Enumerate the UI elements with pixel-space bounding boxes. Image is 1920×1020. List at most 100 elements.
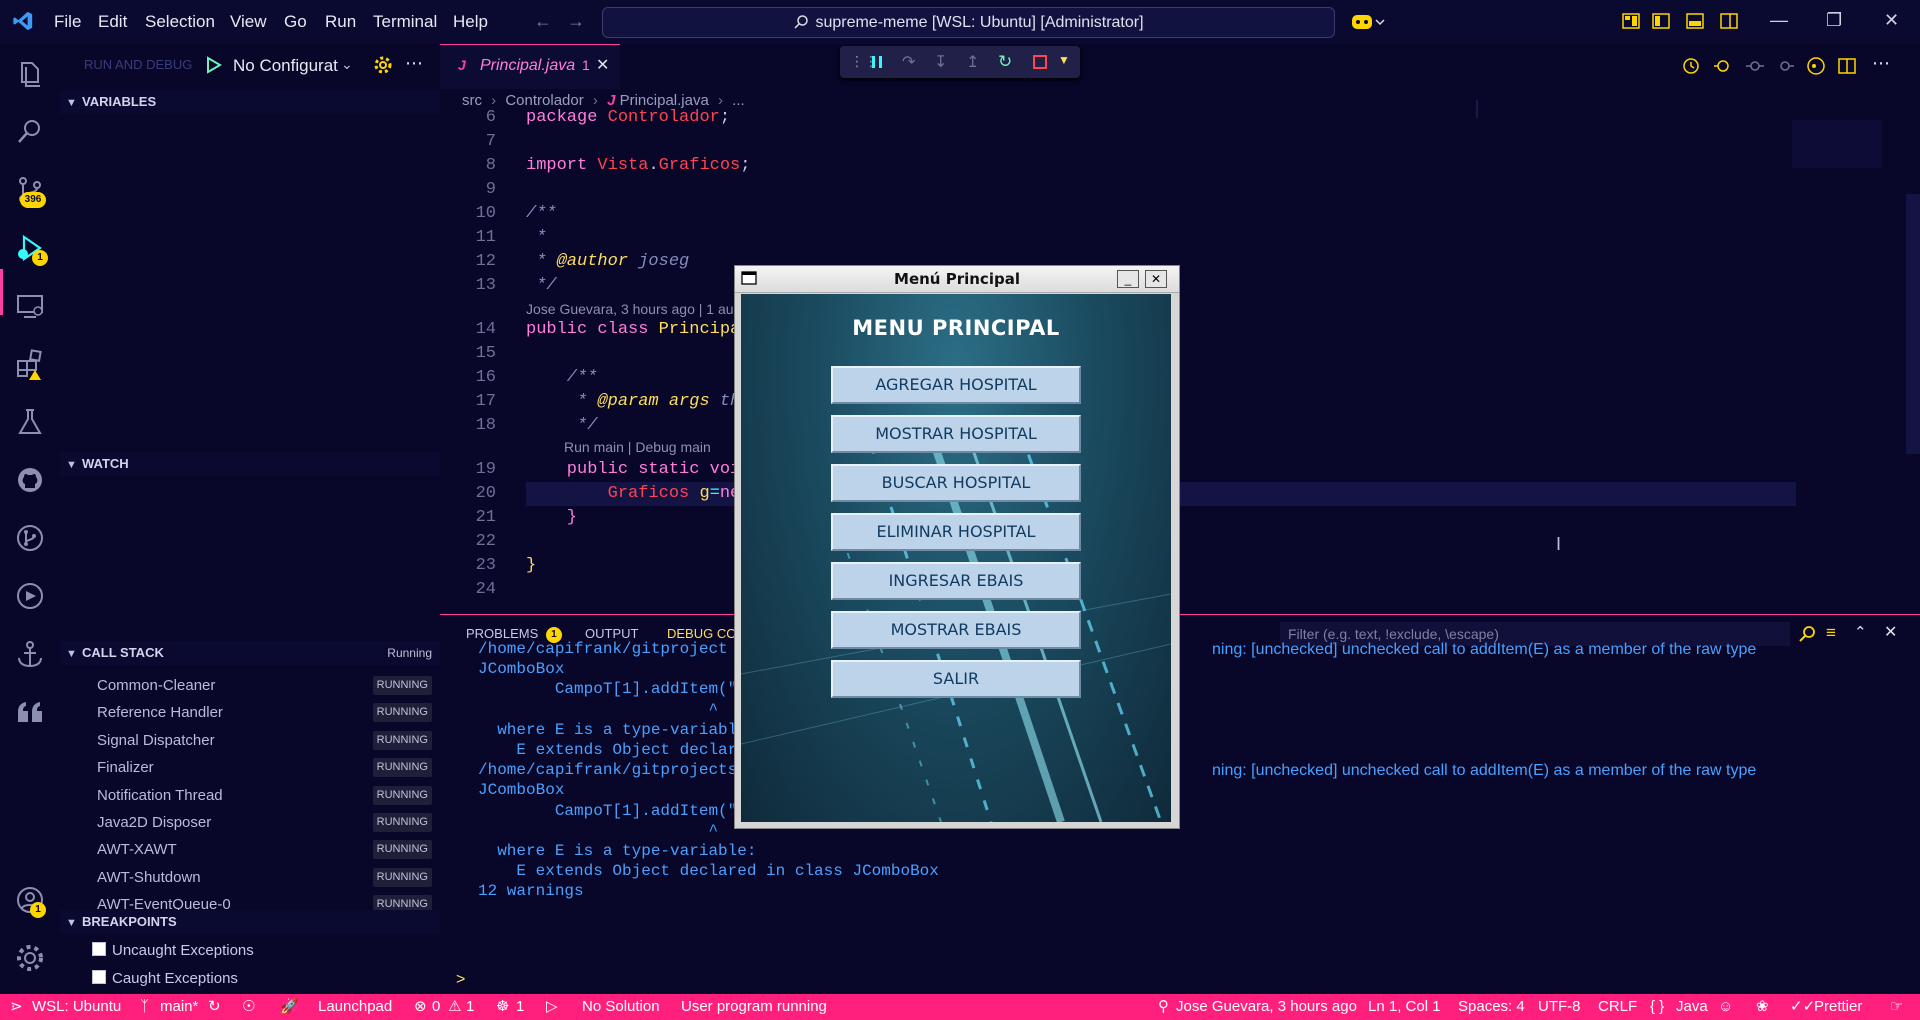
extensions-icon[interactable] — [14, 348, 46, 380]
solution-label[interactable]: No Solution — [582, 994, 660, 1020]
breakpoint-caught-exceptions[interactable]: Caught Exceptions — [92, 966, 238, 992]
menu-selection[interactable]: Selection — [145, 0, 215, 44]
breakpoint-uncaught-exceptions[interactable]: Uncaught Exceptions — [92, 938, 254, 964]
call-stack-thread[interactable]: Signal Dispatcher RUNNING — [97, 727, 432, 754]
menu-file[interactable]: File — [54, 0, 81, 44]
start-debugging-icon[interactable] — [206, 56, 222, 74]
call-stack-thread[interactable]: Reference Handler RUNNING — [97, 699, 432, 726]
chevron-up-icon[interactable]: ⌃ — [1854, 623, 1867, 641]
restore-icon[interactable]: ❐ — [1826, 10, 1842, 31]
close-tab-icon[interactable]: ✕ — [596, 55, 609, 75]
copilot-icon[interactable] — [1350, 12, 1386, 32]
chevron-down-icon[interactable]: ⌄ — [341, 56, 353, 73]
cursor-position[interactable]: Ln 1, Col 1 — [1368, 994, 1441, 1020]
menu-run[interactable]: Run — [325, 0, 356, 44]
call-stack-thread[interactable]: Notification Thread RUNNING — [97, 782, 432, 809]
checkbox[interactable] — [92, 942, 106, 956]
checkbox[interactable] — [92, 970, 106, 984]
forward-arrow-icon[interactable]: → — [567, 11, 585, 32]
menu-go[interactable]: Go — [284, 0, 307, 44]
remote-indicator[interactable]: ⋗ WSL: Ubuntu — [0, 994, 130, 1020]
breadcrumb-more[interactable]: ... — [732, 92, 745, 109]
call-stack-thread[interactable]: AWT-Shutdown RUNNING — [97, 864, 432, 891]
menu-button-buscar-hospital[interactable]: BUSCAR HOSPITAL — [831, 464, 1081, 502]
quote-icon[interactable] — [14, 696, 46, 728]
warning-count[interactable]: 1 — [466, 994, 474, 1020]
launchpad-label[interactable]: Launchpad — [318, 994, 392, 1020]
menu-button-salir[interactable]: SALIR — [831, 660, 1081, 698]
close-icon[interactable]: ✕ — [1145, 270, 1167, 288]
call-stack-thread[interactable]: Common-Cleaner RUNNING — [97, 672, 432, 699]
toggle-primary-sidebar-icon[interactable] — [1652, 12, 1670, 30]
testing-icon[interactable] — [14, 406, 46, 438]
copilot-status-icon[interactable]: ☺ — [1718, 994, 1733, 1020]
minimize-icon[interactable]: _ — [1117, 270, 1139, 288]
pause-icon[interactable] — [870, 54, 884, 70]
git-previous-icon[interactable] — [1746, 57, 1764, 75]
back-arrow-icon[interactable]: ← — [534, 11, 552, 32]
git-graph-icon[interactable] — [14, 522, 46, 554]
more-actions-icon[interactable]: ⋯ — [1872, 53, 1890, 74]
ports-count[interactable]: 1 — [516, 994, 524, 1020]
debug-config-select[interactable]: No Configurat — [233, 56, 338, 76]
github-icon[interactable] — [14, 464, 46, 496]
toggle-secondary-sidebar-icon[interactable] — [1720, 12, 1738, 30]
restart-icon[interactable]: ↻ — [998, 52, 1012, 72]
menu-edit[interactable]: Edit — [98, 0, 127, 44]
menu-button-eliminar-hospital[interactable]: ELIMINAR HOSPITAL — [831, 513, 1081, 551]
console-prompt[interactable]: > — [456, 971, 465, 989]
source-control-icon[interactable]: 396 — [14, 174, 46, 208]
menu-view[interactable]: View — [230, 0, 267, 44]
language-mode[interactable]: Java — [1676, 994, 1708, 1020]
call-stack-thread[interactable]: Finalizer RUNNING — [97, 754, 432, 781]
step-over-icon[interactable]: ↷ — [902, 52, 915, 72]
menu-button-mostrar-ebais[interactable]: MOSTRAR EBAIS — [831, 611, 1081, 649]
command-center[interactable]: supreme-meme [WSL: Ubuntu] [Administrato… — [602, 7, 1335, 38]
settings-gear-icon[interactable] — [14, 942, 46, 974]
notifications-bell-icon[interactable]: ☞ — [1890, 994, 1903, 1020]
prettier-status[interactable]: Prettier — [1814, 994, 1862, 1020]
encoding[interactable]: UTF-8 — [1538, 994, 1581, 1020]
timeline-icon[interactable] — [1682, 57, 1700, 75]
indentation[interactable]: Spaces: 4 — [1458, 994, 1525, 1020]
sync-icon[interactable]: ↻ — [208, 994, 221, 1020]
line-ending[interactable]: CRLF — [1598, 994, 1637, 1020]
close-panel-icon[interactable]: ✕ — [1884, 622, 1897, 642]
more-actions-icon[interactable]: ⋯ — [405, 53, 423, 74]
git-next-icon[interactable] — [1776, 57, 1794, 75]
docker-debug-icon[interactable] — [14, 580, 46, 612]
menu-button-ingresar-ebais[interactable]: INGRESAR EBAIS — [831, 562, 1081, 600]
java-window-titlebar[interactable]: Menú Principal _ ✕ — [735, 266, 1179, 293]
call-stack-section-header[interactable]: ▼ CALL STACK Running — [60, 641, 440, 665]
error-count[interactable]: 0 — [432, 994, 440, 1020]
step-out-icon[interactable]: ↥ — [966, 52, 979, 72]
customize-layout-icon[interactable] — [1622, 12, 1640, 30]
branch-label[interactable]: main* — [160, 994, 198, 1020]
remote-explorer-icon[interactable] — [14, 290, 46, 322]
call-stack-thread[interactable]: Java2D Disposer RUNNING — [97, 809, 432, 836]
search-icon[interactable] — [14, 116, 46, 148]
explorer-icon[interactable] — [14, 58, 46, 90]
menu-help[interactable]: Help — [453, 0, 488, 44]
git-blame-lens[interactable]: Jose Guevara, 3 hours ago | 1 au — [526, 299, 734, 319]
git-compare-icon[interactable] — [1714, 57, 1732, 75]
close-window-icon[interactable]: ✕ — [1884, 10, 1899, 31]
variables-section-header[interactable]: ▼ VARIABLES — [60, 90, 440, 114]
minimap[interactable] — [1792, 120, 1882, 168]
minimize-icon[interactable]: — — [1770, 10, 1788, 31]
menu-terminal[interactable]: Terminal — [373, 0, 437, 44]
chevron-down-icon[interactable]: ▼ — [1058, 53, 1070, 67]
settings-sync-icon[interactable]: ❀ — [1756, 994, 1769, 1020]
call-stack-thread[interactable]: AWT-XAWT RUNNING — [97, 836, 432, 863]
split-editor-icon[interactable] — [1838, 57, 1856, 75]
git-lens-icon[interactable] — [1806, 56, 1826, 76]
editor-scrollbar[interactable] — [1906, 194, 1920, 454]
blame-label[interactable]: Jose Guevara, 3 hours ago — [1176, 994, 1357, 1020]
tab-principal-java[interactable]: J Principal.java 1 ✕ — [440, 44, 620, 89]
watch-section-header[interactable]: ▼ WATCH — [60, 452, 440, 476]
menu-button-agregar-hospital[interactable]: AGREGAR HOSPITAL — [831, 366, 1081, 404]
toggle-panel-icon[interactable] — [1686, 12, 1704, 30]
clear-console-icon[interactable]: ≡ — [1826, 623, 1836, 643]
menu-button-mostrar-hospital[interactable]: MOSTRAR HOSPITAL — [831, 415, 1081, 453]
stop-icon[interactable] — [1032, 54, 1048, 70]
